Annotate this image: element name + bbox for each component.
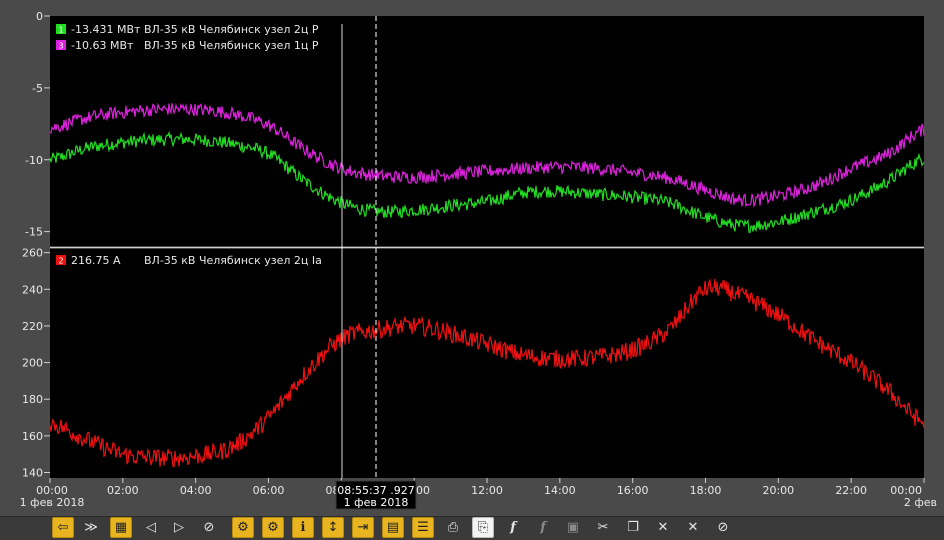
bottom-y-tick-label: 260 [22, 247, 43, 260]
legend-number: 1 [58, 26, 63, 35]
bottom-y-tick-label: 200 [22, 357, 43, 370]
chart-area[interactable]: 0 -5 -10 -15 260 240 220 200 180 160 140 1 -13.431… [0, 0, 944, 516]
settings-document-button[interactable]: ⚙ [232, 517, 254, 538]
x-tick-label: 06:00 [253, 484, 285, 497]
print-button[interactable]: ⎙ [442, 517, 464, 538]
fast-forward-button[interactable]: ≫ [80, 517, 102, 538]
scissors-icon: ✂ [597, 520, 609, 535]
stop-button[interactable]: ⊘ [198, 517, 220, 538]
back-arrow-button[interactable]: ⇦ [52, 517, 74, 538]
import-button[interactable]: ⇥ [352, 517, 374, 538]
x-tick-label: 04:00 [180, 484, 212, 497]
export-document-icon: ⎘ [477, 520, 489, 535]
x-tick-label: 02:00 [107, 484, 139, 497]
fast-forward-icon: ≫ [84, 520, 98, 535]
add-formula-button[interactable]: f [502, 517, 524, 538]
edit-formula-icon: f [540, 520, 546, 535]
info-icon: ℹ [300, 520, 306, 535]
bottom-y-tick-label: 180 [22, 393, 43, 406]
settings-document-icon: ⚙ [237, 520, 249, 535]
top-y-tick-label: 0 [36, 10, 43, 23]
x-tick-label: 22:00 [835, 484, 867, 497]
split-view-button[interactable]: ☰ [412, 517, 434, 538]
start-date-label: 1 фев 2018 [20, 496, 85, 509]
top-y-tick-label: -10 [25, 154, 43, 167]
cursor-date: 1 фев 2018 [344, 496, 409, 509]
delete-all-icon: ✕ [687, 520, 699, 535]
info-button[interactable]: ℹ [292, 517, 314, 538]
legend-value: -13.431 МВт [71, 23, 141, 36]
back-arrow-icon: ⇦ [57, 520, 69, 535]
import-icon: ⇥ [357, 520, 369, 535]
x-tick-label: 12:00 [471, 484, 503, 497]
legend-series-name: ВЛ-35 кВ Челябинск узел 1ц P [144, 39, 319, 52]
trend-chart[interactable]: 0 -5 -10 -15 260 240 220 200 180 160 140 1 -13.431… [0, 0, 944, 516]
scissors-button[interactable]: ✂ [592, 517, 614, 538]
legend-value: -10.63 МВт [71, 39, 134, 52]
delete-button[interactable]: ✕ [652, 517, 674, 538]
delete-icon: ✕ [657, 520, 669, 535]
top-y-tick-label: -5 [32, 82, 43, 95]
table-button[interactable]: ▤ [382, 517, 404, 538]
x-tick-label: 14:00 [544, 484, 576, 497]
toolbar: ⇦ ≫ ▦ ◁ ▷ ⊘ ⚙ ⚙ ℹ ↕ ⇥ ▤ ☰ ⎙ ⎘ f f ▣ ✂ ❐ ✕ ✕ ⊘ [0, 516, 944, 540]
gear-document-button[interactable]: ⚙ [262, 517, 284, 538]
step-right-button[interactable]: ▷ [168, 517, 190, 538]
print-icon: ⎙ [447, 520, 459, 535]
bottom-y-tick-label: 240 [22, 283, 43, 296]
vertical-scale-button[interactable]: ↕ [322, 517, 344, 538]
copy-icon: ❐ [627, 520, 639, 535]
export-document-button[interactable]: ⎘ [472, 517, 494, 538]
end-date-label: 2 фев [904, 496, 937, 509]
legend-number: 3 [58, 42, 63, 51]
hide-button[interactable]: ⊘ [712, 517, 734, 538]
clipboard-button[interactable]: ▣ [562, 517, 584, 538]
clipboard-icon: ▣ [566, 520, 580, 535]
legend-series-name: ВЛ-35 кВ Челябинск узел 2ц P [144, 23, 319, 36]
bottom-y-tick-label: 220 [22, 320, 43, 333]
copy-button[interactable]: ❐ [622, 517, 644, 538]
x-tick-label: 16:00 [617, 484, 649, 497]
x-tick-label: 20:00 [762, 484, 794, 497]
gear-document-icon: ⚙ [267, 520, 279, 535]
step-left-button[interactable]: ◁ [140, 517, 162, 538]
calendar-button[interactable]: ▦ [110, 517, 132, 538]
top-y-tick-label: -15 [25, 226, 43, 239]
calendar-icon: ▦ [114, 520, 128, 535]
vertical-scale-icon: ↕ [327, 520, 339, 535]
x-tick-label: 18:00 [690, 484, 722, 497]
delete-all-button[interactable]: ✕ [682, 517, 704, 538]
stop-icon: ⊘ [203, 520, 215, 535]
hide-icon: ⊘ [717, 520, 729, 535]
step-right-icon: ▷ [174, 520, 184, 535]
legend-value: 216.75 А [71, 254, 121, 267]
edit-formula-button[interactable]: f [532, 517, 554, 538]
bottom-y-tick-label: 140 [22, 467, 43, 480]
bottom-plot-area[interactable] [50, 249, 924, 478]
legend-number: 2 [58, 257, 63, 266]
add-formula-icon: f [510, 520, 516, 535]
split-view-icon: ☰ [417, 520, 429, 535]
table-icon: ▤ [386, 520, 400, 535]
legend-series-name: ВЛ-35 кВ Челябинск узел 2ц Ia [144, 254, 322, 267]
step-left-icon: ◁ [146, 520, 156, 535]
bottom-y-tick-label: 160 [22, 430, 43, 443]
